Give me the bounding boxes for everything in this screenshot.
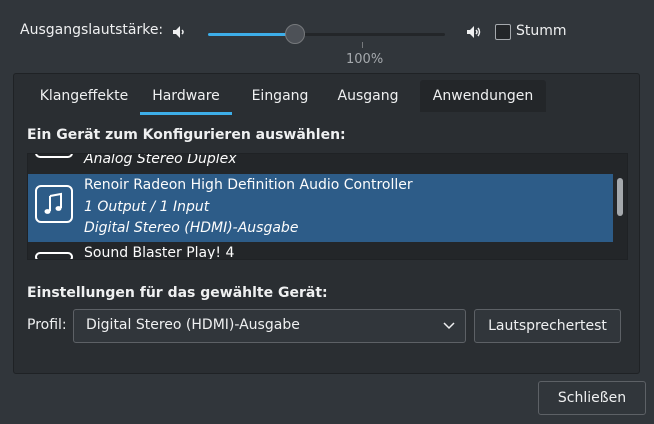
device-section-title: Ein Gerät zum Konfigurieren auswählen:	[27, 127, 346, 143]
close-button[interactable]: Schließen	[538, 381, 646, 415]
settings-title: Einstellungen für das gewählte Gerät:	[27, 285, 328, 301]
tab-klangeffekte[interactable]: Klangeffekte	[22, 80, 146, 112]
volume-slider-handle[interactable]	[285, 24, 305, 44]
output-volume-label: Ausgangslautstärke:	[20, 22, 164, 38]
speaker-test-button[interactable]: Lautsprechertest	[474, 309, 621, 343]
tab-eingang[interactable]: Eingang	[239, 80, 321, 112]
speaker-icon	[173, 26, 184, 38]
tab-ausgang[interactable]: Ausgang	[326, 80, 410, 112]
device-name: Renoir Radeon High Definition Audio Cont…	[84, 177, 413, 193]
volume-100-label: 100%	[346, 52, 384, 67]
music-note-icon	[35, 185, 73, 223]
tab-hardware[interactable]: Hardware	[140, 80, 232, 115]
device-icon	[35, 252, 73, 259]
device-io: 1 Output / 1 Input	[84, 199, 210, 215]
chevron-down-icon	[443, 322, 455, 330]
profile-label: Profil:	[27, 317, 67, 333]
tab-bar: Klangeffekte Hardware Eingang Ausgang An…	[14, 80, 639, 115]
device-next-head: Sound Blaster Play! 4	[84, 245, 235, 260]
speaker-loud-icon	[467, 26, 481, 38]
volume-slider-fill	[208, 33, 296, 36]
profile-select-value: Digital Stereo (HDMI)-Ausgabe	[86, 317, 300, 333]
device-profile: Digital Stereo (HDMI)-Ausgabe	[84, 220, 299, 236]
volume-slider[interactable]	[208, 33, 445, 36]
mute-checkbox[interactable]	[495, 24, 511, 40]
device-list[interactable]: Analog Stereo Duplex Renoir Radeon High …	[27, 153, 628, 260]
device-item-selected[interactable]: Renoir Radeon High Definition Audio Cont…	[28, 174, 613, 242]
device-list-scrollbar[interactable]	[617, 178, 623, 216]
tab-anwendungen[interactable]: Anwendungen	[420, 80, 546, 112]
device-icon	[35, 154, 73, 158]
volume-100-tick	[362, 42, 363, 48]
device-prev-tail: Analog Stereo Duplex	[84, 153, 237, 167]
profile-select[interactable]: Digital Stereo (HDMI)-Ausgabe	[73, 309, 466, 343]
mute-label[interactable]: Stumm	[516, 23, 567, 39]
